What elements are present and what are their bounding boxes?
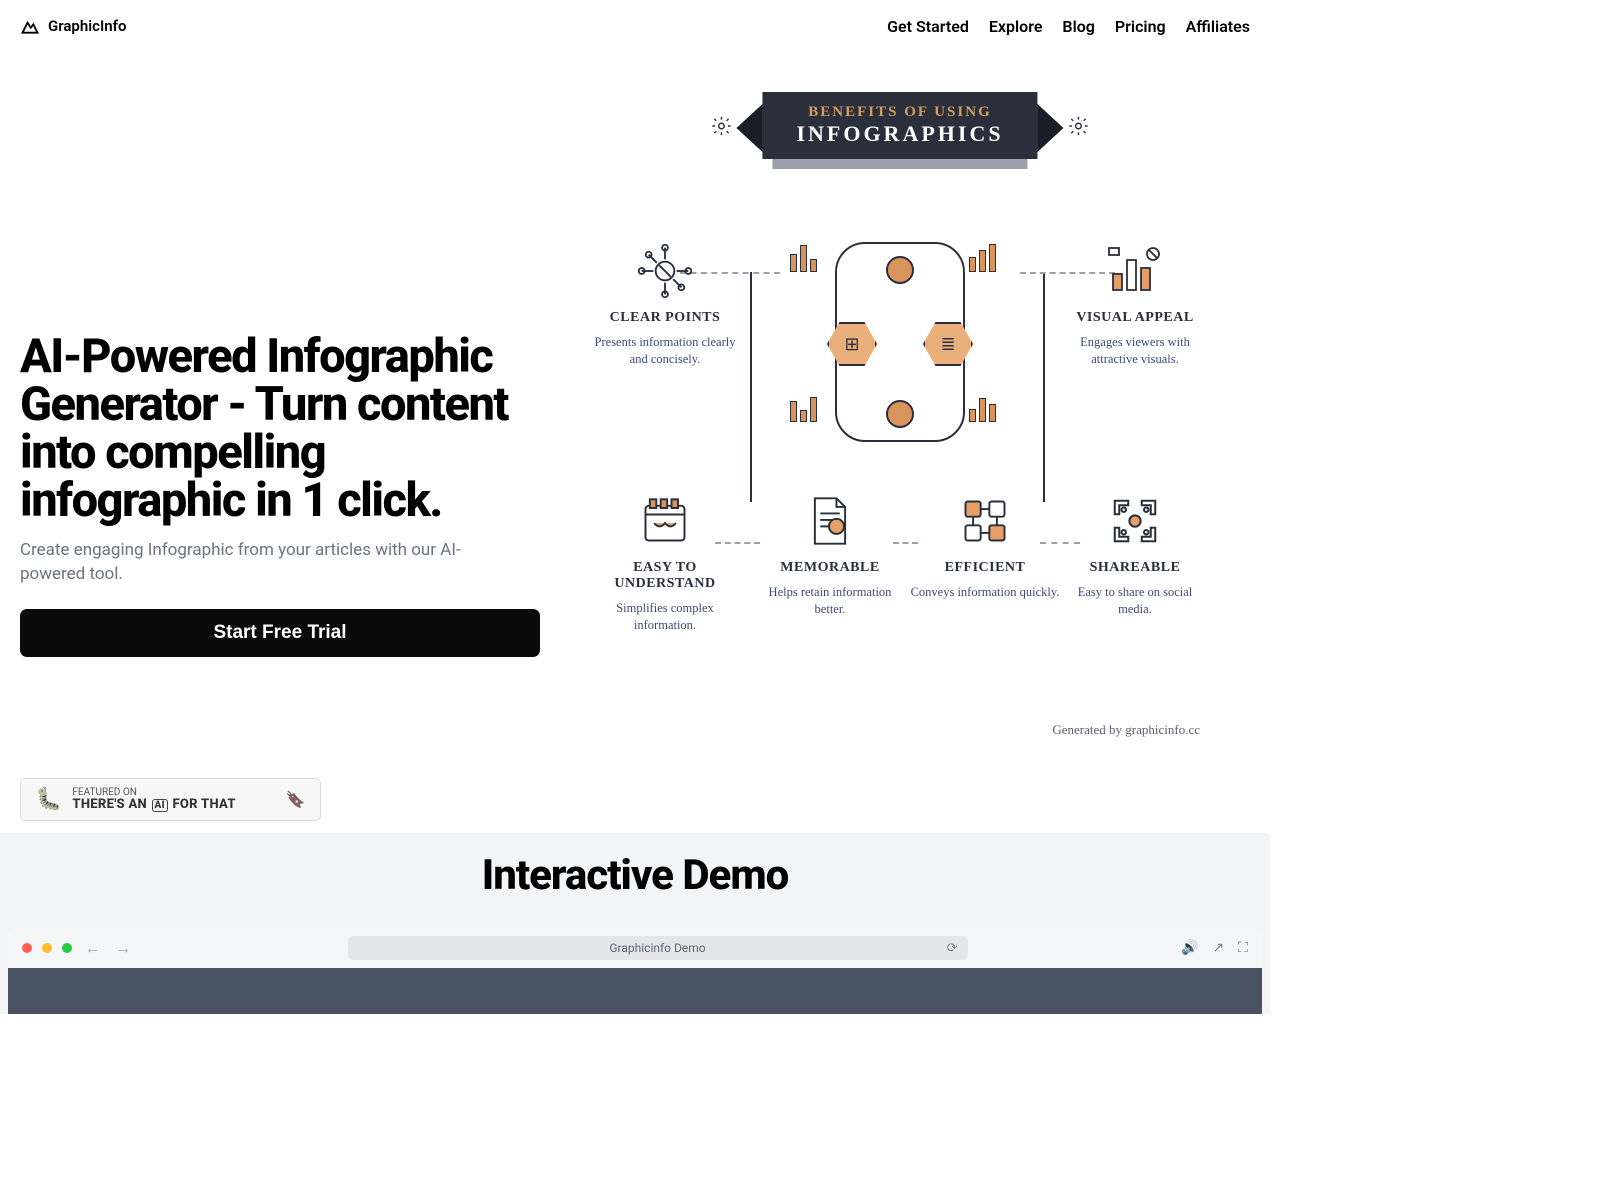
open-external-icon[interactable]: ↗ [1212,940,1224,956]
traffic-light-close-icon[interactable] [22,943,32,953]
reload-icon[interactable]: ⟳ [947,941,958,956]
featured-text: FEATURED ON THERE'S AN AI FOR THAT [72,787,235,812]
forward-button[interactable]: → [113,939,134,957]
nav-pricing[interactable]: Pricing [1115,17,1166,36]
hero-illustration: → BENEFITS OF USING INFOGRAPHICS ← ⊞ ≣ [590,72,1250,738]
benefit-memorable: MEMORABLE Helps retain information bette… [755,492,905,618]
mini-chart-icon [790,392,826,422]
nav-affiliates[interactable]: Affiliates [1186,17,1250,36]
infographic-preview: → BENEFITS OF USING INFOGRAPHICS ← ⊞ ≣ [590,92,1210,732]
bookmark-icon: 🔖 [286,790,306,809]
mini-chart-icon [969,392,1005,422]
share-icon [1108,494,1162,548]
gear-icon [710,115,732,137]
benefit-easy-understand: EASY TO UNDERSTAND Simplifies complex in… [590,492,740,634]
benefit-clear-points: CLEAR POINTS Presents information clearl… [590,242,740,368]
mountain-icon [20,16,40,36]
worm-icon: 🐛 [35,787,62,812]
list-icon: ≣ [923,322,973,366]
browser-toolbar: ← → Graphicinfo Demo ⟳ 🔊 ↗ ⛶ [8,928,1262,968]
bar-chart-icon [1107,246,1163,296]
banner-plate: BENEFITS OF USING INFOGRAPHICS [762,92,1037,159]
start-free-trial-button[interactable]: Start Free Trial [20,609,540,657]
url-text: Graphicinfo Demo [609,941,705,955]
browser-viewport [8,968,1262,1014]
benefit-shareable: SHAREABLE Easy to share on social media. [1060,492,1210,618]
nav-blog[interactable]: Blog [1062,17,1094,36]
nav-explore[interactable]: Explore [989,17,1043,36]
main-nav: Get Started Explore Blog Pricing Affilia… [887,17,1250,36]
document-icon [806,494,854,548]
traffic-light-zoom-icon[interactable] [62,943,72,953]
hub-shape: ⊞ ≣ [835,242,965,442]
benefit-efficient: EFFICIENT Conveys information quickly. [910,492,1060,601]
mini-chart-icon [790,242,826,272]
hero-subtitle: Create engaging Infographic from your ar… [20,539,490,587]
volume-icon[interactable]: 🔊 [1181,940,1198,956]
banner-line2: INFOGRAPHICS [796,121,1003,147]
demo-section: Interactive Demo ← → Graphicinfo Demo ⟳ … [0,833,1270,1014]
mini-chart-icon [969,242,1005,272]
calendar-icon [639,495,691,547]
fullscreen-icon[interactable]: ⛶ [1238,940,1248,956]
hero-copy: AI-Powered Infographic Generator - Turn … [20,153,540,656]
gear-icon [1068,115,1090,137]
hero-title: AI-Powered Infographic Generator - Turn … [20,333,540,525]
site-header: GraphicInfo Get Started Explore Blog Pri… [0,0,1270,52]
brand-name: GraphicInfo [48,17,126,35]
nodes-icon [959,495,1011,547]
brand-logo[interactable]: GraphicInfo [20,16,126,36]
hero-section: AI-Powered Infographic Generator - Turn … [0,52,1270,758]
url-bar[interactable]: Graphicinfo Demo ⟳ [348,936,968,960]
demo-browser-frame: ← → Graphicinfo Demo ⟳ 🔊 ↗ ⛶ [8,928,1262,1014]
demo-title: Interactive Demo [0,851,1270,900]
infographic-banner: → BENEFITS OF USING INFOGRAPHICS ← [710,92,1089,159]
back-button[interactable]: ← [82,939,103,957]
featured-badge[interactable]: 🐛 FEATURED ON THERE'S AN AI FOR THAT 🔖 [20,778,321,821]
nav-get-started[interactable]: Get Started [887,17,969,36]
grid-icon: ⊞ [827,322,877,366]
benefit-visual-appeal: VISUAL APPEAL Engages viewers with attra… [1060,242,1210,368]
traffic-light-minimize-icon[interactable] [42,943,52,953]
network-icon [637,243,693,299]
banner-line1: BENEFITS OF USING [796,104,1003,121]
